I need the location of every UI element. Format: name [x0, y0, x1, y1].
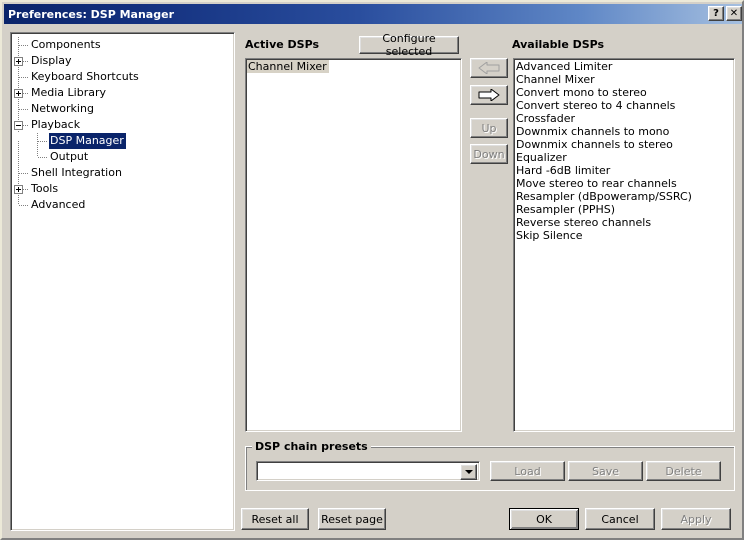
- active-dsp-row[interactable]: Channel Mixer: [247, 60, 461, 73]
- tree-hook: [11, 53, 30, 69]
- save-preset-button[interactable]: Save: [568, 461, 643, 481]
- delete-preset-button[interactable]: Delete: [646, 461, 721, 481]
- available-dsp-row[interactable]: Resampler (PPHS): [515, 203, 734, 216]
- preferences-window: Preferences: DSP Manager ? ✕ Components D…: [0, 0, 744, 540]
- available-dsp-item-label: Convert stereo to 4 channels: [516, 99, 676, 112]
- help-icon[interactable]: ?: [708, 6, 724, 21]
- dsp-chain-presets-title: DSP chain presets: [252, 440, 371, 453]
- tree-hook: [11, 117, 30, 133]
- tree-hook: [11, 37, 30, 53]
- cancel-button[interactable]: Cancel: [585, 508, 655, 530]
- sidebar-item-media-library[interactable]: Media Library: [11, 85, 234, 101]
- title-bar-buttons: ? ✕: [708, 6, 742, 21]
- tree-hook: [11, 181, 30, 197]
- available-dsp-item-label: Downmix channels to stereo: [516, 138, 673, 151]
- remove-dsp-button[interactable]: [470, 58, 508, 78]
- available-dsp-row[interactable]: Convert stereo to 4 channels: [515, 99, 734, 112]
- sidebar-item-dsp-manager[interactable]: DSP Manager: [11, 133, 234, 157]
- available-dsp-item-label: Resampler (PPHS): [516, 203, 616, 216]
- expand-icon[interactable]: [14, 57, 23, 66]
- available-dsps-listbox[interactable]: Advanced Limiter Channel Mixer Convert mon…: [513, 58, 735, 432]
- available-dsp-row[interactable]: Resampler (dBpoweramp/SSRC): [515, 190, 734, 203]
- sidebar-item-networking[interactable]: Networking: [11, 101, 234, 117]
- expand-icon[interactable]: [14, 185, 23, 194]
- collapse-icon[interactable]: [14, 121, 23, 130]
- reset-all-button[interactable]: Reset all: [241, 508, 309, 530]
- move-down-button[interactable]: Down: [470, 144, 508, 164]
- tree-hook: [11, 101, 30, 117]
- apply-button[interactable]: Apply: [661, 508, 731, 530]
- available-dsp-item-label: Skip Silence: [516, 229, 583, 242]
- sidebar-item-components[interactable]: Components: [11, 37, 234, 53]
- active-dsps-listbox[interactable]: Channel Mixer: [245, 58, 462, 432]
- sidebar-item-label: Playback: [31, 118, 81, 131]
- add-dsp-button[interactable]: [470, 85, 508, 105]
- available-dsps-label: Available DSPs: [512, 38, 605, 51]
- available-dsp-row[interactable]: Downmix channels to stereo: [515, 138, 734, 151]
- active-dsps-label: Active DSPs: [245, 38, 319, 51]
- sidebar-item-keyboard-shortcuts[interactable]: Keyboard Shortcuts: [11, 69, 234, 85]
- window-title: Preferences: DSP Manager: [8, 7, 174, 21]
- sidebar-item-label: Media Library: [31, 86, 106, 99]
- available-dsp-row[interactable]: Move stereo to rear channels: [515, 177, 734, 190]
- chevron-down-icon[interactable]: [460, 464, 477, 480]
- preset-combobox[interactable]: [256, 461, 480, 481]
- sidebar-item-tools[interactable]: Tools: [11, 181, 234, 197]
- sidebar-item-playback[interactable]: Playback: [11, 117, 234, 133]
- tree-hook: [30, 149, 49, 165]
- tree-hook: [11, 69, 30, 85]
- sidebar-item-label: Tools: [31, 182, 59, 195]
- reset-page-button[interactable]: Reset page: [318, 508, 386, 530]
- tree-hook: [11, 85, 30, 101]
- available-dsp-row[interactable]: Downmix channels to mono: [515, 125, 734, 138]
- available-dsp-item-label: Channel Mixer: [516, 73, 595, 86]
- sidebar-item-label: Keyboard Shortcuts: [31, 70, 139, 83]
- available-dsp-item-label: Equalizer: [516, 151, 567, 164]
- available-dsp-item-label: Resampler (dBpoweramp/SSRC): [516, 190, 692, 203]
- available-dsp-item-label: Downmix channels to mono: [516, 125, 670, 138]
- sidebar-item-label: Components: [31, 38, 101, 51]
- sidebar-item-label: DSP Manager: [49, 133, 126, 149]
- available-dsp-item-label: Crossfader: [516, 112, 576, 125]
- sidebar-item-output[interactable]: Output: [11, 149, 234, 173]
- available-dsp-row[interactable]: Advanced Limiter: [515, 60, 734, 73]
- sidebar-item-display[interactable]: Display: [11, 53, 234, 69]
- available-dsp-row[interactable]: Crossfader: [515, 112, 734, 125]
- tree-hook: [11, 197, 30, 213]
- close-icon[interactable]: ✕: [726, 6, 742, 21]
- active-dsp-item-label: Channel Mixer: [247, 60, 329, 73]
- available-dsp-item-label: Advanced Limiter: [516, 60, 613, 73]
- available-dsp-row[interactable]: Skip Silence: [515, 229, 734, 242]
- available-dsp-row[interactable]: Equalizer: [515, 151, 734, 164]
- sidebar-item-label: Display: [31, 54, 72, 67]
- title-bar: Preferences: DSP Manager ? ✕: [4, 4, 742, 24]
- available-dsp-row[interactable]: Hard -6dB limiter: [515, 164, 734, 177]
- tree-hook: [30, 133, 49, 149]
- available-dsp-item-label: Convert mono to stereo: [516, 86, 647, 99]
- available-dsp-item-label: Move stereo to rear channels: [516, 177, 677, 190]
- available-dsp-row[interactable]: Reverse stereo channels: [515, 216, 734, 229]
- available-dsp-item-label: Reverse stereo channels: [516, 216, 652, 229]
- configure-selected-button[interactable]: Configure selected: [359, 32, 459, 58]
- sidebar-item-label: Output: [50, 150, 89, 163]
- sidebar-item-label: Networking: [31, 102, 94, 115]
- available-dsp-row[interactable]: Channel Mixer: [515, 73, 734, 86]
- sidebar-item-advanced[interactable]: Advanced: [11, 197, 234, 213]
- preferences-tree[interactable]: Components Display Keyboard Shortcuts Media…: [11, 33, 234, 213]
- sidebar-item-label: Shell Integration: [31, 166, 122, 179]
- available-dsp-row[interactable]: Convert mono to stereo: [515, 86, 734, 99]
- preferences-tree-panel: Components Display Keyboard Shortcuts Media…: [10, 32, 235, 531]
- available-dsp-item-label: Hard -6dB limiter: [516, 164, 611, 177]
- sidebar-item-shell-integration[interactable]: Shell Integration: [11, 165, 234, 181]
- sidebar-item-label: Advanced: [31, 198, 86, 211]
- expand-icon[interactable]: [14, 89, 23, 98]
- tree-hook: [11, 165, 30, 181]
- ok-button[interactable]: OK: [509, 508, 579, 530]
- load-preset-button[interactable]: Load: [490, 461, 565, 481]
- move-up-button[interactable]: Up: [470, 118, 508, 138]
